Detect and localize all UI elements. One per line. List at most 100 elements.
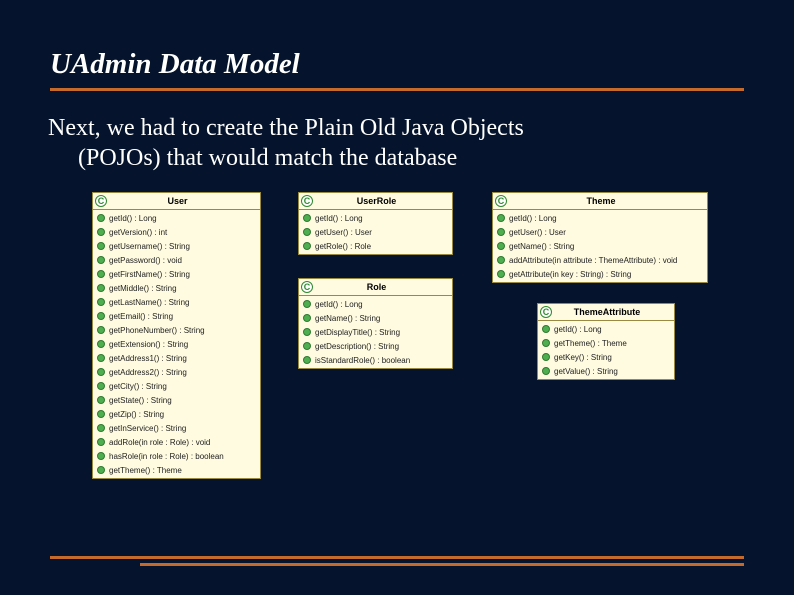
uml-method-row: getUsername() : String	[93, 239, 260, 253]
uml-method-row: getUser() : User	[493, 225, 707, 239]
uml-method-label: addAttribute(in attribute : ThemeAttribu…	[509, 256, 677, 265]
method-icon	[97, 312, 105, 320]
uml-method-label: getId() : Long	[109, 214, 157, 223]
uml-method-row: getName() : String	[493, 239, 707, 253]
class-icon: C	[540, 306, 552, 318]
uml-method-label: getMiddle() : String	[109, 284, 177, 293]
uml-method-label: isStandardRole() : boolean	[315, 356, 410, 365]
uml-method-row: getEmail() : String	[93, 309, 260, 323]
method-icon	[97, 452, 105, 460]
uml-method-row: getUser() : User	[299, 225, 452, 239]
uml-method-label: getId() : Long	[509, 214, 557, 223]
uml-method-row: getMiddle() : String	[93, 281, 260, 295]
uml-method-row: addRole(in role : Role) : void	[93, 435, 260, 449]
uml-header-role: CRole	[299, 279, 452, 296]
uml-method-label: getId() : Long	[554, 325, 602, 334]
method-icon	[97, 256, 105, 264]
method-icon	[97, 284, 105, 292]
method-icon	[542, 353, 550, 361]
uml-method-label: getCity() : String	[109, 382, 167, 391]
uml-method-label: getKey() : String	[554, 353, 612, 362]
method-icon	[97, 354, 105, 362]
method-icon	[97, 270, 105, 278]
method-icon	[303, 214, 311, 222]
method-icon	[97, 368, 105, 376]
uml-method-row: getKey() : String	[538, 350, 674, 364]
uml-method-label: getZip() : String	[109, 410, 164, 419]
uml-method-label: getRole() : Role	[315, 242, 371, 251]
method-icon	[97, 424, 105, 432]
uml-class-name: User	[111, 196, 258, 206]
method-icon	[97, 228, 105, 236]
method-icon	[497, 270, 505, 278]
uml-methods: getId() : Long getName() : String getDispl…	[299, 296, 452, 368]
uml-method-row: getName() : String	[299, 311, 452, 325]
class-icon: C	[301, 195, 313, 207]
uml-class-theme: CTheme getId() : Long getUser() : User getN…	[492, 192, 708, 283]
method-icon	[97, 242, 105, 250]
uml-method-label: getName() : String	[315, 314, 380, 323]
method-icon	[542, 367, 550, 375]
uml-method-label: getValue() : String	[554, 367, 618, 376]
footer-bar-2	[140, 563, 744, 566]
uml-class-role: CRolegetId() : LonggetName() : Stringget…	[298, 278, 453, 369]
uml-methods: getId() : LonggetUser() : UsergetRole() …	[299, 210, 452, 254]
body-line-1: Next, we had to create the Plain Old Jav…	[48, 113, 748, 143]
uml-method-row: getTheme() : Theme	[93, 463, 260, 477]
uml-method-row: getTheme() : Theme	[538, 336, 674, 350]
uml-method-row: getId() : Long	[299, 297, 452, 311]
uml-header-themeattribute: C ThemeAttribute	[538, 304, 674, 321]
uml-class-name: ThemeAttribute	[556, 307, 672, 317]
uml-method-label: getId() : Long	[315, 300, 363, 309]
uml-method-label: getTheme() : Theme	[109, 466, 182, 475]
uml-class-themeattribute: C ThemeAttribute getId() : Long getTheme() …	[537, 303, 675, 380]
method-icon	[497, 242, 505, 250]
method-icon	[97, 438, 105, 446]
method-icon	[303, 356, 311, 364]
method-icon	[303, 314, 311, 322]
uml-method-label: getDescription() : String	[315, 342, 399, 351]
uml-method-label: getAddress1() : String	[109, 354, 187, 363]
uml-method-row: getId() : Long	[538, 322, 674, 336]
uml-header-user: C User	[93, 193, 260, 210]
title-underline	[50, 88, 744, 91]
method-icon	[542, 325, 550, 333]
uml-method-label: getAttribute(in key : String) : String	[509, 270, 631, 279]
uml-method-row: getLastName() : String	[93, 295, 260, 309]
uml-method-label: getName() : String	[509, 242, 574, 251]
uml-method-row: getDisplayTitle() : String	[299, 325, 452, 339]
method-icon	[97, 410, 105, 418]
uml-methods: getId() : Long getUser() : User getName() …	[493, 210, 707, 282]
uml-method-label: getPhoneNumber() : String	[109, 326, 205, 335]
footer-bar-1	[50, 556, 744, 559]
uml-header-theme: CTheme	[493, 193, 707, 210]
uml-method-label: getFirstName() : String	[109, 270, 190, 279]
uml-method-label: getUser() : User	[315, 228, 372, 237]
method-icon	[97, 382, 105, 390]
method-icon	[303, 342, 311, 350]
uml-header-userrole: CUserRole	[299, 193, 452, 210]
uml-method-row: getDescription() : String	[299, 339, 452, 353]
uml-method-label: addRole(in role : Role) : void	[109, 438, 210, 447]
uml-method-row: isStandardRole() : boolean	[299, 353, 452, 367]
uml-method-row: addAttribute(in attribute : ThemeAttribu…	[493, 253, 707, 267]
uml-method-row: hasRole(in role : Role) : boolean	[93, 449, 260, 463]
class-icon: C	[95, 195, 107, 207]
uml-method-label: getPassword() : void	[109, 256, 182, 265]
method-icon	[97, 340, 105, 348]
uml-method-row: getAddress1() : String	[93, 351, 260, 365]
uml-method-row: getAddress2() : String	[93, 365, 260, 379]
method-icon	[497, 228, 505, 236]
slide-title: UAdmin Data Model	[50, 48, 300, 81]
uml-method-row: getExtension() : String	[93, 337, 260, 351]
uml-method-label: hasRole(in role : Role) : boolean	[109, 452, 224, 461]
uml-method-row: getId() : Long	[93, 211, 260, 225]
uml-method-label: getVersion() : int	[109, 228, 167, 237]
method-icon	[97, 214, 105, 222]
method-icon	[303, 228, 311, 236]
uml-method-label: getEmail() : String	[109, 312, 173, 321]
uml-method-label: getExtension() : String	[109, 340, 188, 349]
method-icon	[97, 466, 105, 474]
method-icon	[303, 300, 311, 308]
method-icon	[542, 339, 550, 347]
